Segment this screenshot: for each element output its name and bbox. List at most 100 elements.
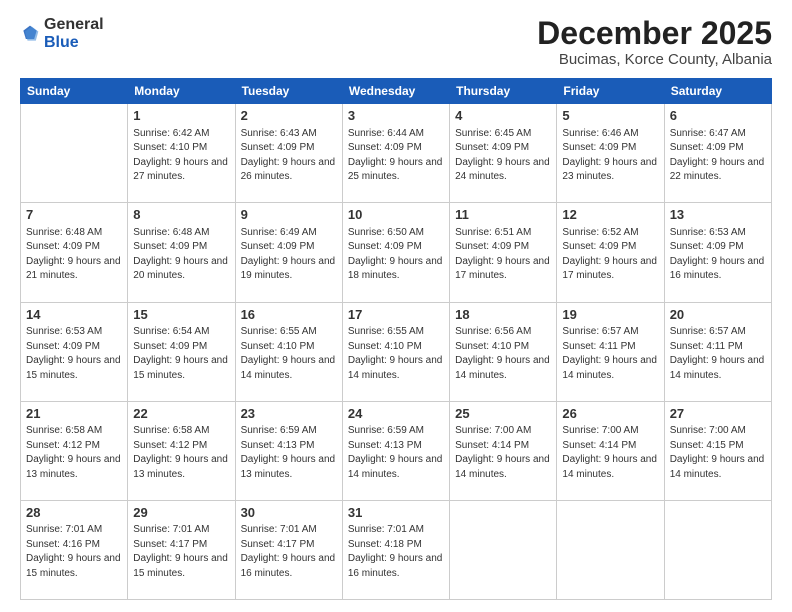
day-number: 19 <box>562 306 658 324</box>
table-row <box>450 500 557 599</box>
title-section: December 2025 Bucimas, Korce County, Alb… <box>537 16 772 68</box>
day-info: Sunrise: 6:55 AMSunset: 4:10 PMDaylight:… <box>241 326 336 381</box>
day-info: Sunrise: 6:57 AMSunset: 4:11 PMDaylight:… <box>562 326 657 381</box>
day-info: Sunrise: 6:43 AMSunset: 4:09 PMDaylight:… <box>241 128 336 183</box>
day-number: 15 <box>133 306 229 324</box>
day-info: Sunrise: 6:53 AMSunset: 4:09 PMDaylight:… <box>670 227 765 282</box>
day-info: Sunrise: 6:50 AMSunset: 4:09 PMDaylight:… <box>348 227 443 282</box>
day-number: 28 <box>26 504 122 522</box>
day-number: 6 <box>670 107 766 125</box>
day-number: 26 <box>562 405 658 423</box>
logo-icon <box>20 24 40 44</box>
month-title: December 2025 <box>537 16 772 51</box>
table-row: 23 Sunrise: 6:59 AMSunset: 4:13 PMDaylig… <box>235 401 342 500</box>
table-row <box>557 500 664 599</box>
col-thursday: Thursday <box>450 79 557 104</box>
table-row: 11 Sunrise: 6:51 AMSunset: 4:09 PMDaylig… <box>450 203 557 302</box>
location-subtitle: Bucimas, Korce County, Albania <box>537 51 772 68</box>
day-number: 4 <box>455 107 551 125</box>
day-info: Sunrise: 6:46 AMSunset: 4:09 PMDaylight:… <box>562 128 657 183</box>
day-number: 11 <box>455 206 551 224</box>
table-row: 30 Sunrise: 7:01 AMSunset: 4:17 PMDaylig… <box>235 500 342 599</box>
day-info: Sunrise: 7:01 AMSunset: 4:16 PMDaylight:… <box>26 524 121 579</box>
day-info: Sunrise: 6:58 AMSunset: 4:12 PMDaylight:… <box>26 425 121 480</box>
table-row: 29 Sunrise: 7:01 AMSunset: 4:17 PMDaylig… <box>128 500 235 599</box>
calendar-week-3: 21 Sunrise: 6:58 AMSunset: 4:12 PMDaylig… <box>21 401 772 500</box>
day-info: Sunrise: 7:00 AMSunset: 4:14 PMDaylight:… <box>562 425 657 480</box>
day-number: 20 <box>670 306 766 324</box>
col-sunday: Sunday <box>21 79 128 104</box>
day-info: Sunrise: 6:54 AMSunset: 4:09 PMDaylight:… <box>133 326 228 381</box>
col-tuesday: Tuesday <box>235 79 342 104</box>
day-info: Sunrise: 7:00 AMSunset: 4:15 PMDaylight:… <box>670 425 765 480</box>
day-number: 24 <box>348 405 444 423</box>
day-info: Sunrise: 6:57 AMSunset: 4:11 PMDaylight:… <box>670 326 765 381</box>
table-row <box>664 500 771 599</box>
day-info: Sunrise: 6:56 AMSunset: 4:10 PMDaylight:… <box>455 326 550 381</box>
table-row: 31 Sunrise: 7:01 AMSunset: 4:18 PMDaylig… <box>342 500 449 599</box>
day-number: 10 <box>348 206 444 224</box>
col-saturday: Saturday <box>664 79 771 104</box>
day-info: Sunrise: 7:01 AMSunset: 4:17 PMDaylight:… <box>241 524 336 579</box>
calendar-week-2: 14 Sunrise: 6:53 AMSunset: 4:09 PMDaylig… <box>21 302 772 401</box>
table-row: 6 Sunrise: 6:47 AMSunset: 4:09 PMDayligh… <box>664 104 771 203</box>
day-info: Sunrise: 7:01 AMSunset: 4:18 PMDaylight:… <box>348 524 443 579</box>
day-info: Sunrise: 6:44 AMSunset: 4:09 PMDaylight:… <box>348 128 443 183</box>
table-row: 25 Sunrise: 7:00 AMSunset: 4:14 PMDaylig… <box>450 401 557 500</box>
header-row: Sunday Monday Tuesday Wednesday Thursday… <box>21 79 772 104</box>
table-row: 22 Sunrise: 6:58 AMSunset: 4:12 PMDaylig… <box>128 401 235 500</box>
table-row: 18 Sunrise: 6:56 AMSunset: 4:10 PMDaylig… <box>450 302 557 401</box>
table-row: 19 Sunrise: 6:57 AMSunset: 4:11 PMDaylig… <box>557 302 664 401</box>
day-number: 22 <box>133 405 229 423</box>
table-row: 27 Sunrise: 7:00 AMSunset: 4:15 PMDaylig… <box>664 401 771 500</box>
day-number: 12 <box>562 206 658 224</box>
day-info: Sunrise: 7:00 AMSunset: 4:14 PMDaylight:… <box>455 425 550 480</box>
table-row: 2 Sunrise: 6:43 AMSunset: 4:09 PMDayligh… <box>235 104 342 203</box>
day-number: 31 <box>348 504 444 522</box>
day-number: 7 <box>26 206 122 224</box>
day-info: Sunrise: 7:01 AMSunset: 4:17 PMDaylight:… <box>133 524 228 579</box>
day-number: 5 <box>562 107 658 125</box>
col-monday: Monday <box>128 79 235 104</box>
day-number: 30 <box>241 504 337 522</box>
table-row: 17 Sunrise: 6:55 AMSunset: 4:10 PMDaylig… <box>342 302 449 401</box>
day-number: 27 <box>670 405 766 423</box>
day-number: 8 <box>133 206 229 224</box>
col-wednesday: Wednesday <box>342 79 449 104</box>
day-number: 29 <box>133 504 229 522</box>
page: General Blue December 2025 Bucimas, Korc… <box>0 0 792 612</box>
day-number: 9 <box>241 206 337 224</box>
col-friday: Friday <box>557 79 664 104</box>
calendar-week-0: 1 Sunrise: 6:42 AMSunset: 4:10 PMDayligh… <box>21 104 772 203</box>
day-info: Sunrise: 6:53 AMSunset: 4:09 PMDaylight:… <box>26 326 121 381</box>
day-info: Sunrise: 6:47 AMSunset: 4:09 PMDaylight:… <box>670 128 765 183</box>
table-row <box>21 104 128 203</box>
table-row: 24 Sunrise: 6:59 AMSunset: 4:13 PMDaylig… <box>342 401 449 500</box>
day-info: Sunrise: 6:55 AMSunset: 4:10 PMDaylight:… <box>348 326 443 381</box>
table-row: 26 Sunrise: 7:00 AMSunset: 4:14 PMDaylig… <box>557 401 664 500</box>
day-number: 17 <box>348 306 444 324</box>
day-info: Sunrise: 6:42 AMSunset: 4:10 PMDaylight:… <box>133 128 228 183</box>
table-row: 1 Sunrise: 6:42 AMSunset: 4:10 PMDayligh… <box>128 104 235 203</box>
table-row: 20 Sunrise: 6:57 AMSunset: 4:11 PMDaylig… <box>664 302 771 401</box>
logo-general: General <box>44 16 104 33</box>
day-number: 23 <box>241 405 337 423</box>
table-row: 12 Sunrise: 6:52 AMSunset: 4:09 PMDaylig… <box>557 203 664 302</box>
logo-blue: Blue <box>44 34 79 51</box>
header: General Blue December 2025 Bucimas, Korc… <box>20 16 772 68</box>
day-number: 21 <box>26 405 122 423</box>
table-row: 13 Sunrise: 6:53 AMSunset: 4:09 PMDaylig… <box>664 203 771 302</box>
calendar-week-1: 7 Sunrise: 6:48 AMSunset: 4:09 PMDayligh… <box>21 203 772 302</box>
table-row: 15 Sunrise: 6:54 AMSunset: 4:09 PMDaylig… <box>128 302 235 401</box>
day-number: 18 <box>455 306 551 324</box>
day-number: 3 <box>348 107 444 125</box>
day-info: Sunrise: 6:48 AMSunset: 4:09 PMDaylight:… <box>26 227 121 282</box>
day-number: 14 <box>26 306 122 324</box>
day-info: Sunrise: 6:48 AMSunset: 4:09 PMDaylight:… <box>133 227 228 282</box>
table-row: 21 Sunrise: 6:58 AMSunset: 4:12 PMDaylig… <box>21 401 128 500</box>
day-info: Sunrise: 6:59 AMSunset: 4:13 PMDaylight:… <box>348 425 443 480</box>
table-row: 8 Sunrise: 6:48 AMSunset: 4:09 PMDayligh… <box>128 203 235 302</box>
day-info: Sunrise: 6:45 AMSunset: 4:09 PMDaylight:… <box>455 128 550 183</box>
logo-text: General Blue <box>44 16 104 51</box>
day-number: 13 <box>670 206 766 224</box>
